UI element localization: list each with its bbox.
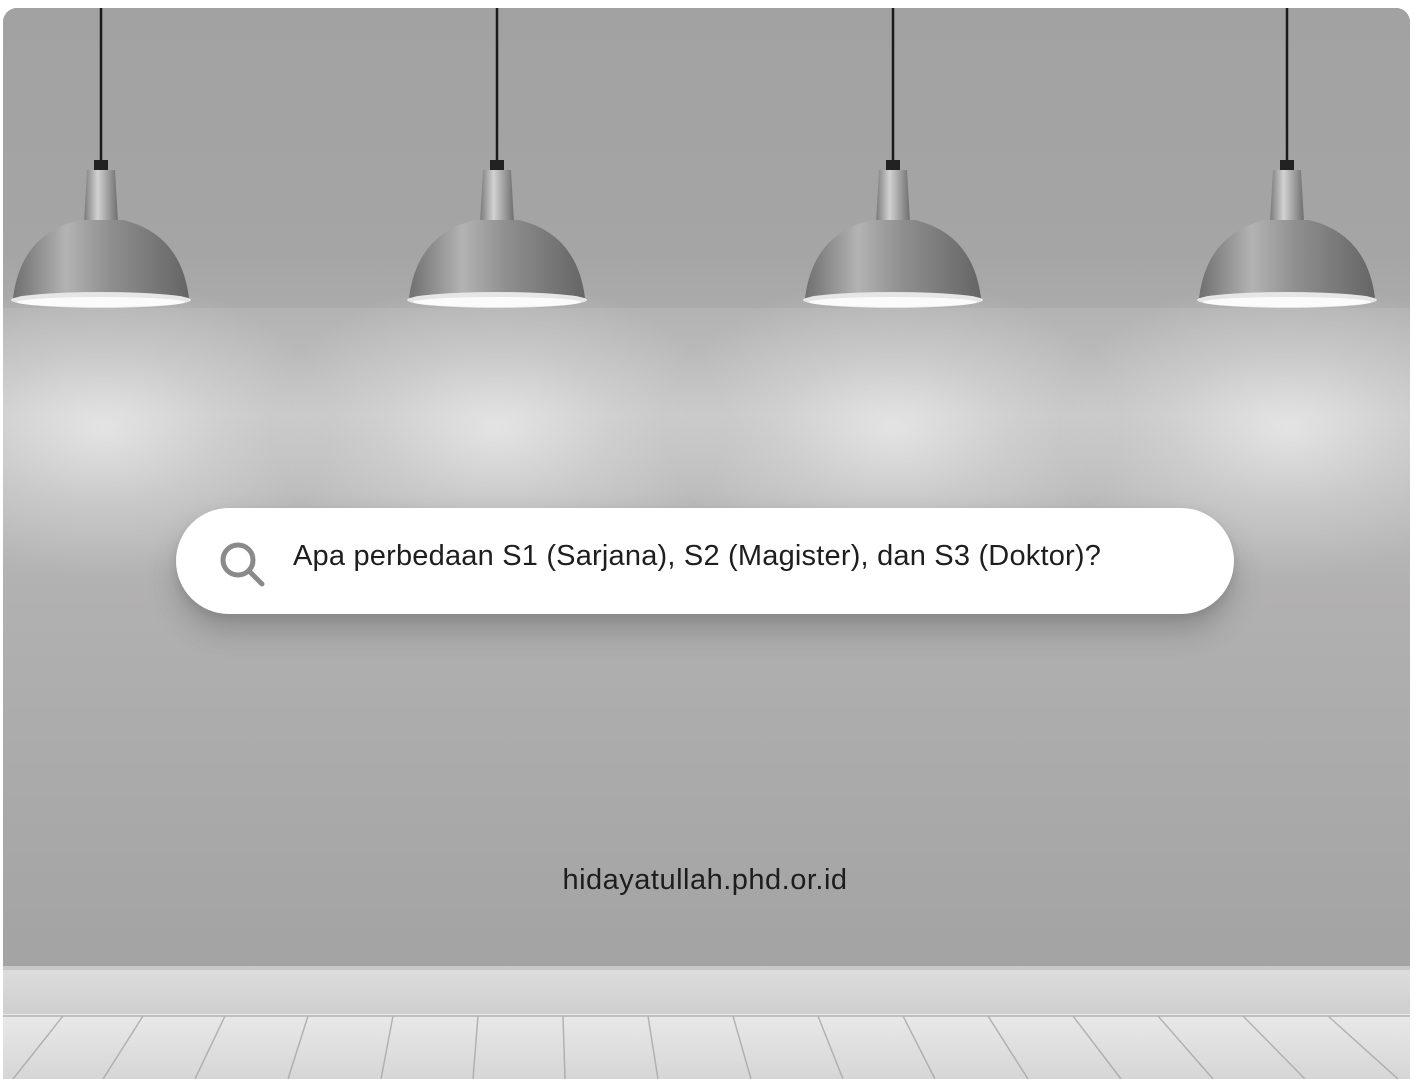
search-query-text[interactable]: Apa perbedaan S1 (Sarjana), S2 (Magister… <box>293 536 1213 576</box>
wooden-floor <box>3 1014 1410 1079</box>
site-url: hidayatullah.phd.or.id <box>562 864 848 896</box>
skirting-board <box>3 966 1410 1014</box>
search-icon <box>220 542 265 587</box>
